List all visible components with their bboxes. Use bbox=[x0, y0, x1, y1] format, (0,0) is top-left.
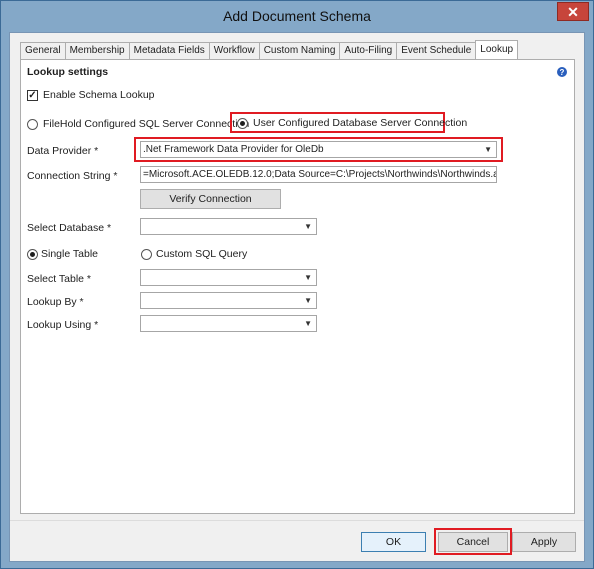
lookup-using-label: Lookup Using * bbox=[27, 319, 99, 331]
dialog-window: Add Document Schema ✕ General Membership… bbox=[0, 0, 594, 569]
chevron-down-icon: ▼ bbox=[304, 296, 312, 305]
filehold-connection-radio[interactable] bbox=[27, 119, 38, 130]
lookup-by-label: Lookup By * bbox=[27, 296, 84, 308]
user-connection-label: User Configured Database Server Connecti… bbox=[253, 117, 468, 129]
title-bar[interactable]: Add Document Schema ✕ bbox=[1, 1, 593, 31]
chevron-down-icon: ▼ bbox=[304, 273, 312, 282]
cancel-button[interactable]: Cancel bbox=[438, 532, 508, 552]
apply-button[interactable]: Apply bbox=[512, 532, 576, 552]
lookup-by-dropdown[interactable]: ▼ bbox=[140, 292, 317, 309]
tab-strip: General Membership Metadata Fields Workf… bbox=[20, 40, 519, 59]
tab-lookup[interactable]: Lookup bbox=[475, 40, 519, 59]
tab-event-schedule[interactable]: Event Schedule bbox=[396, 42, 477, 59]
footer-divider bbox=[10, 520, 584, 521]
help-icon[interactable]: ? bbox=[557, 67, 567, 77]
enable-lookup-checkbox[interactable]: ✓ bbox=[27, 90, 38, 101]
help-icon-glyph: ? bbox=[559, 67, 565, 77]
enable-lookup-label: Enable Schema Lookup bbox=[43, 89, 155, 101]
data-provider-select[interactable]: .Net Framework Data Provider for OleDb ▼ bbox=[140, 141, 497, 158]
dialog-client-area: General Membership Metadata Fields Workf… bbox=[9, 32, 585, 562]
window-title: Add Document Schema bbox=[223, 8, 371, 24]
single-table-label: Single Table bbox=[41, 248, 99, 260]
filehold-connection-label: FileHold Configured SQL Server Connectio… bbox=[43, 118, 250, 130]
tab-custom-naming[interactable]: Custom Naming bbox=[258, 42, 341, 59]
tab-membership[interactable]: Membership bbox=[64, 42, 130, 59]
tab-workflow[interactable]: Workflow bbox=[208, 42, 260, 59]
ok-button[interactable]: OK bbox=[361, 532, 426, 552]
connection-string-label: Connection String * bbox=[27, 170, 118, 182]
tab-auto-filing[interactable]: Auto-Filing bbox=[339, 42, 398, 59]
single-table-radio[interactable] bbox=[27, 249, 38, 260]
lookup-panel: Lookup settings ? ✓ Enable Schema Lookup… bbox=[20, 59, 575, 514]
custom-sql-radio[interactable] bbox=[141, 249, 152, 260]
verify-connection-button[interactable]: Verify Connection bbox=[140, 189, 281, 209]
chevron-down-icon: ▼ bbox=[484, 145, 492, 154]
connection-string-input[interactable]: =Microsoft.ACE.OLEDB.12.0;Data Source=C:… bbox=[140, 166, 497, 183]
lookup-using-dropdown[interactable]: ▼ bbox=[140, 315, 317, 332]
select-table-dropdown[interactable]: ▼ bbox=[140, 269, 317, 286]
tab-general[interactable]: General bbox=[20, 42, 66, 59]
select-database-label: Select Database * bbox=[27, 222, 112, 234]
close-button[interactable]: ✕ bbox=[557, 2, 589, 21]
chevron-down-icon: ▼ bbox=[304, 319, 312, 328]
check-icon: ✓ bbox=[28, 90, 37, 101]
user-connection-radio[interactable] bbox=[237, 118, 248, 129]
connection-string-value: =Microsoft.ACE.OLEDB.12.0;Data Source=C:… bbox=[143, 169, 497, 180]
tab-metadata-fields[interactable]: Metadata Fields bbox=[128, 42, 210, 59]
custom-sql-label: Custom SQL Query bbox=[156, 248, 248, 260]
select-table-label: Select Table * bbox=[27, 273, 92, 285]
close-icon: ✕ bbox=[567, 3, 579, 20]
data-provider-value: .Net Framework Data Provider for OleDb bbox=[143, 144, 324, 155]
select-database-dropdown[interactable]: ▼ bbox=[140, 218, 317, 235]
section-title: Lookup settings bbox=[27, 66, 109, 78]
data-provider-label: Data Provider * bbox=[27, 145, 99, 157]
chevron-down-icon: ▼ bbox=[304, 222, 312, 231]
